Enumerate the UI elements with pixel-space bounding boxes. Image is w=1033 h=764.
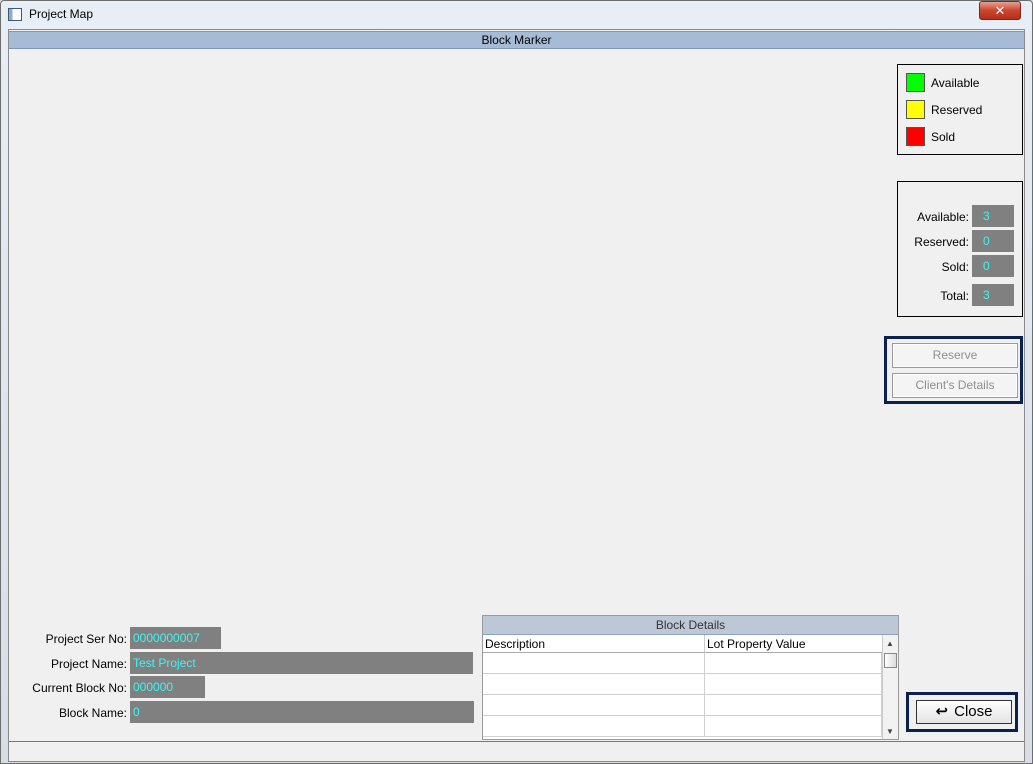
block-name-field: 0 <box>130 701 474 723</box>
block-details-grid[interactable]: Block Details Description Lot Property V… <box>482 615 899 740</box>
reserved-count-label: Reserved: <box>914 235 969 249</box>
legend-panel: Available Reserved Sold <box>897 64 1023 155</box>
map-canvas[interactable] <box>10 50 880 610</box>
scroll-down-icon[interactable]: ▼ <box>886 727 894 736</box>
table-cell[interactable] <box>483 695 705 716</box>
action-buttons-frame: Reserve Client's Details <box>884 336 1023 404</box>
table-cell[interactable] <box>483 674 705 695</box>
available-count-value: 3 <box>972 205 1014 227</box>
return-arrow-icon: ↩ <box>935 703 949 720</box>
table-cell[interactable] <box>705 653 882 674</box>
project-ser-no-field: 0000000007 <box>130 627 221 649</box>
clients-details-button[interactable]: Client's Details <box>892 373 1018 398</box>
close-icon: ✕ <box>994 3 1006 18</box>
grid-vertical-scrollbar[interactable]: ▲ ▼ <box>882 635 898 739</box>
close-button-frame: ↩ Close <box>906 692 1018 732</box>
stats-panel: Available: 3 Reserved: 0 Sold: 0 Total: … <box>897 181 1023 317</box>
scroll-up-icon[interactable]: ▲ <box>886 639 894 648</box>
sold-count-label: Sold: <box>941 260 969 274</box>
legend-label: Sold <box>931 130 956 144</box>
current-block-no-label: Current Block No: <box>32 681 127 695</box>
table-cell[interactable] <box>483 653 705 674</box>
legend-label: Available <box>931 76 980 90</box>
close-button[interactable]: ↩ Close <box>916 700 1012 724</box>
window-close-button[interactable]: ✕ <box>979 1 1021 20</box>
scroll-thumb[interactable] <box>884 653 897 668</box>
block-name-label: Block Name: <box>58 706 127 720</box>
window-title: Project Map <box>29 7 94 21</box>
app-icon <box>8 8 22 21</box>
sold-swatch <box>906 127 925 146</box>
table-cell[interactable] <box>705 695 882 716</box>
total-count-value: 3 <box>972 284 1014 306</box>
total-count-label: Total: <box>940 289 969 303</box>
project-ser-no-label: Project Ser No: <box>45 632 127 646</box>
available-count-label: Available: <box>917 210 969 224</box>
table-cell[interactable] <box>483 716 705 737</box>
reserve-button[interactable]: Reserve <box>892 343 1018 368</box>
legend-label: Reserved <box>931 103 983 117</box>
block-details-title: Block Details <box>483 616 898 635</box>
reserved-swatch <box>906 100 925 119</box>
status-bar <box>9 741 1024 761</box>
column-header-lot-property-value[interactable]: Lot Property Value <box>705 635 882 653</box>
current-block-no-field: 000000 <box>130 676 205 698</box>
available-swatch <box>906 73 925 92</box>
reserved-count-value: 0 <box>972 230 1014 252</box>
block-marker-header: Block Marker <box>9 31 1024 49</box>
table-cell[interactable] <box>705 674 882 695</box>
column-header-description[interactable]: Description <box>483 635 705 653</box>
title-bar[interactable]: Project Map ✕ <box>0 0 1031 28</box>
project-name-label: Project Name: <box>50 657 127 671</box>
table-cell[interactable] <box>705 716 882 737</box>
sold-count-value: 0 <box>972 255 1014 277</box>
close-button-label: Close <box>954 703 993 720</box>
project-name-field: Test Project <box>130 652 473 674</box>
